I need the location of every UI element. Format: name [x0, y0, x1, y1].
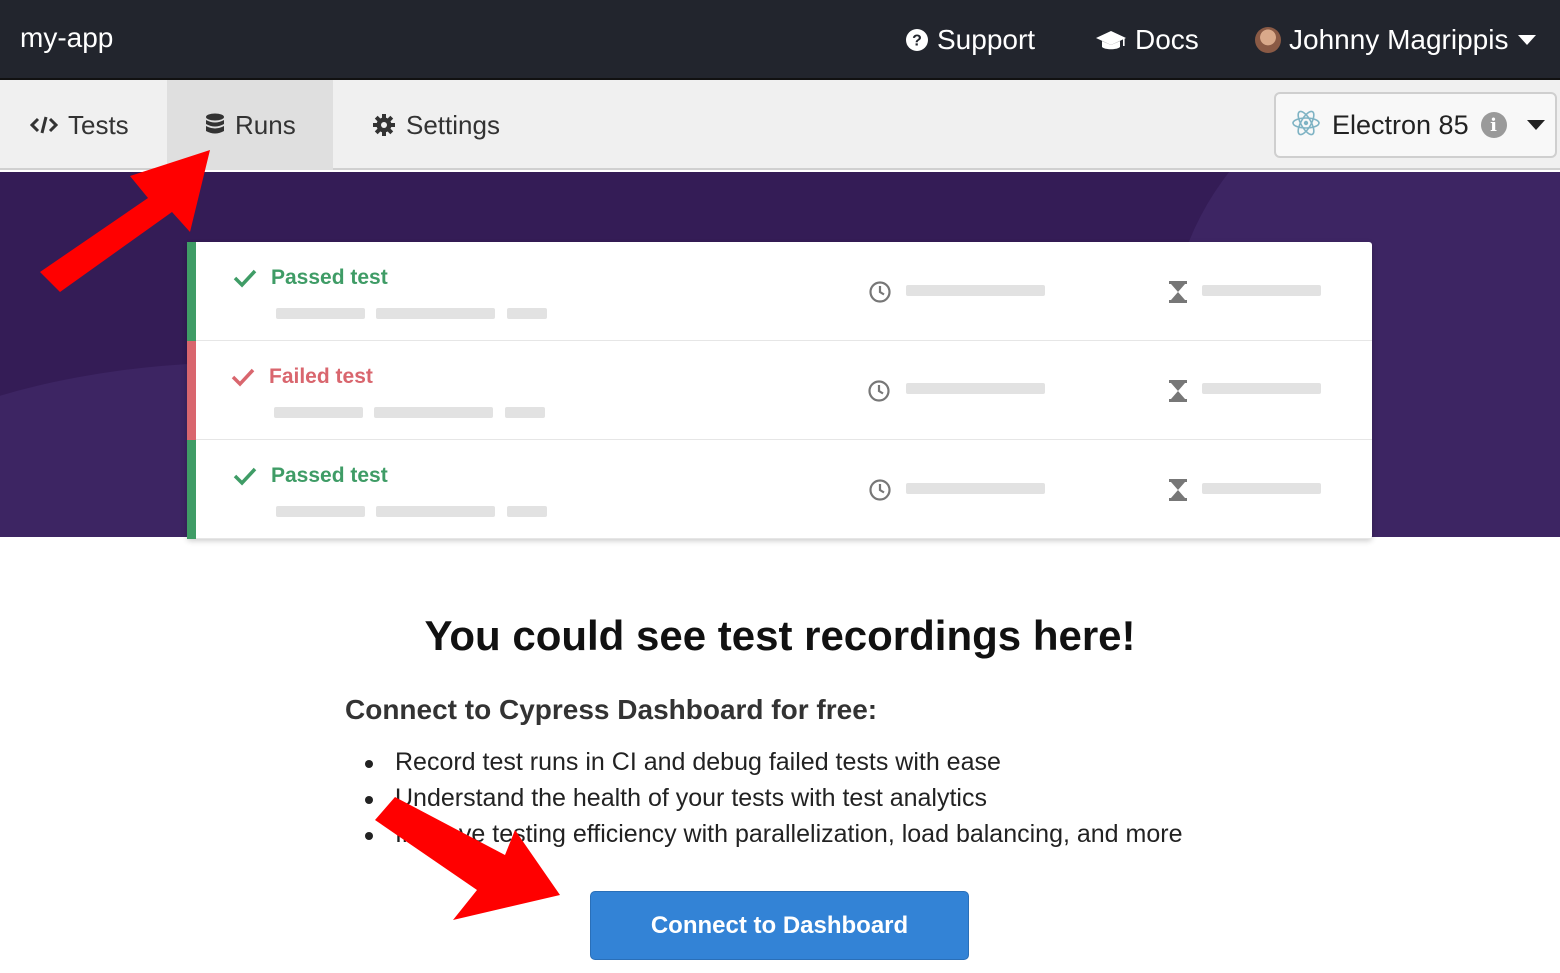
annotation-arrow-icon [375, 797, 560, 920]
browser-label: Electron 85 [1332, 109, 1469, 140]
tab-runs-label: Runs [235, 109, 296, 140]
database-icon [205, 113, 225, 137]
support-link[interactable]: ? Support [905, 20, 1035, 60]
preview-row: Passed test [187, 242, 1372, 341]
electron-icon [1290, 107, 1322, 144]
hourglass-icon [1167, 280, 1189, 304]
gear-icon [372, 113, 396, 137]
list-item: Record test runs in CI and debug failed … [345, 745, 1182, 781]
clock-icon [868, 280, 892, 304]
top-navbar: my-app ? Support Docs Johnny Magrippis [0, 0, 1560, 80]
hourglass-icon [1167, 379, 1189, 403]
docs-link[interactable]: Docs [1095, 20, 1199, 60]
annotation-arrow-icon [40, 150, 210, 292]
tab-settings-label: Settings [406, 109, 500, 140]
browser-select[interactable]: Electron 85 i [1274, 92, 1557, 158]
clock-icon [867, 379, 891, 403]
row-status-label: Failed test [269, 365, 373, 388]
avatar [1255, 27, 1281, 53]
support-label: Support [937, 24, 1036, 55]
connect-dashboard-button[interactable]: Connect to Dashboard [590, 891, 969, 960]
page-title: You could see test recordings here! [424, 612, 1136, 659]
runs-preview-card: Passed test Failed test Passed test [187, 242, 1372, 539]
graduation-cap-icon [1095, 28, 1127, 52]
code-icon [30, 115, 58, 135]
row-status-label: Passed test [271, 266, 388, 289]
svg-text:?: ? [912, 33, 922, 50]
row-status-label: Passed test [271, 464, 388, 487]
check-icon [231, 367, 255, 387]
chevron-down-icon [1518, 35, 1537, 45]
tab-settings[interactable]: Settings [372, 80, 500, 170]
check-icon [233, 268, 257, 288]
info-icon[interactable]: i [1480, 112, 1507, 138]
hourglass-icon [1167, 478, 1189, 502]
tab-bar: Tests Runs Settings Electron 85 i [0, 80, 1560, 170]
question-circle-icon: ? [905, 28, 929, 52]
user-menu[interactable]: Johnny Magrippis [1255, 20, 1537, 60]
docs-label: Docs [1135, 24, 1199, 55]
clock-icon [868, 478, 892, 502]
preview-row: Passed test [187, 440, 1372, 539]
check-icon [233, 466, 257, 486]
preview-row: Failed test [187, 341, 1372, 440]
tab-tests-label: Tests [68, 109, 129, 140]
subheading: Connect to Cypress Dashboard for free: [345, 694, 878, 725]
chevron-down-icon [1526, 120, 1545, 130]
app-name: my-app [20, 22, 114, 53]
user-name: Johnny Magrippis [1289, 24, 1509, 55]
